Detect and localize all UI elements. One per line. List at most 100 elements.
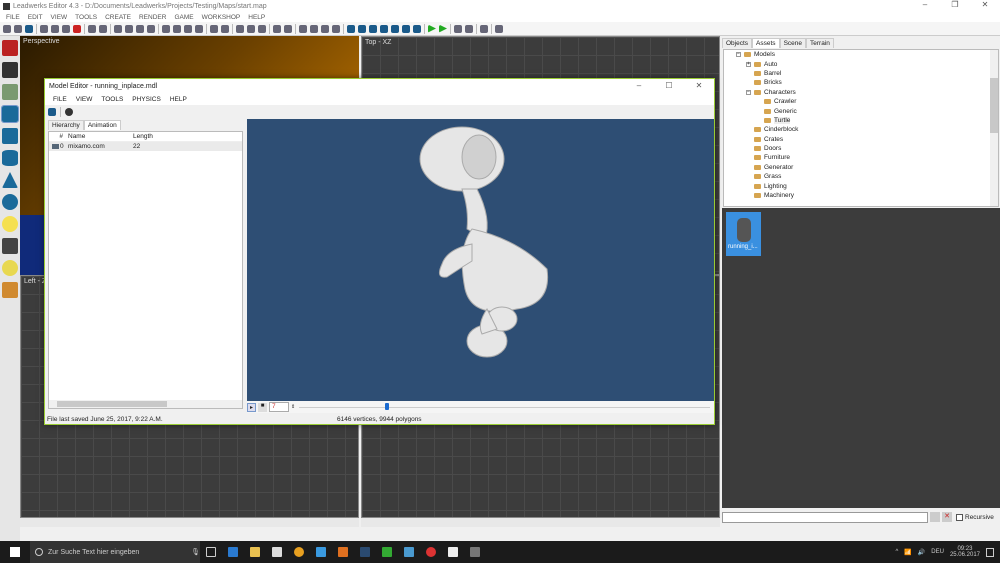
file-explorer-icon[interactable] xyxy=(250,547,260,557)
clear-icon[interactable]: ✕ xyxy=(942,512,952,522)
tree-item[interactable]: Crates xyxy=(724,135,998,144)
timeline-slider-thumb[interactable] xyxy=(385,403,390,410)
menu-create[interactable]: CREATE xyxy=(105,14,131,21)
chrome-icon[interactable] xyxy=(426,547,436,557)
play-button[interactable]: ▸ xyxy=(247,402,256,412)
cube-icon[interactable] xyxy=(1,105,19,123)
render-mode-icon[interactable] xyxy=(402,24,410,33)
menu-physics[interactable]: PHYSICS xyxy=(132,96,161,103)
scale-icon[interactable] xyxy=(136,24,144,33)
light-bulb-icon[interactable] xyxy=(2,216,18,232)
help-icon[interactable] xyxy=(495,24,503,33)
panel-icon[interactable] xyxy=(465,24,473,33)
expander-icon[interactable]: − xyxy=(746,89,751,95)
grid-icon[interactable] xyxy=(332,24,340,33)
tree-item[interactable]: Doors xyxy=(724,144,998,153)
close-button[interactable]: ✕ xyxy=(970,0,1000,9)
menu-help[interactable]: HELP xyxy=(170,96,187,103)
asset-thumbnail[interactable]: running_i... xyxy=(726,212,761,256)
tree-item[interactable]: Generator xyxy=(724,163,998,172)
tab-assets[interactable]: Assets xyxy=(752,38,780,48)
tree-item[interactable]: Furniture xyxy=(724,153,998,162)
snap-icon[interactable] xyxy=(162,24,170,33)
asset-tree[interactable]: − Models + Auto Barrel Bricks − Characters Crawl… xyxy=(723,49,999,207)
paste-icon[interactable] xyxy=(62,24,70,33)
menu-tools[interactable]: TOOLS xyxy=(101,96,123,103)
zoom-in-icon[interactable] xyxy=(273,24,281,33)
spotlight-icon[interactable] xyxy=(2,238,18,254)
save-icon[interactable] xyxy=(25,24,33,33)
render-mode-icon[interactable] xyxy=(369,24,377,33)
paint-icon[interactable] xyxy=(236,24,244,33)
volume-icon[interactable]: 🔊 xyxy=(918,549,925,556)
prefab-crate-icon[interactable] xyxy=(2,282,18,298)
render-mode-icon[interactable] xyxy=(347,24,355,33)
wedge-icon[interactable] xyxy=(2,128,18,144)
minimize-button[interactable]: – xyxy=(910,0,940,9)
render-mode-icon[interactable] xyxy=(358,24,366,33)
column-length[interactable]: Length xyxy=(133,133,163,140)
tree-icon[interactable] xyxy=(321,24,329,33)
tab-animation[interactable]: Animation xyxy=(83,120,121,130)
store-icon[interactable] xyxy=(272,547,282,557)
align-icon[interactable] xyxy=(173,24,181,33)
tree-item[interactable]: − Characters xyxy=(724,88,998,97)
network-icon[interactable]: 📶 xyxy=(904,549,911,556)
tree-item[interactable]: − Models xyxy=(724,50,998,59)
align-icon[interactable] xyxy=(195,24,203,33)
windows-start-icon[interactable] xyxy=(10,547,20,557)
stop-button[interactable]: ■ xyxy=(258,402,267,412)
search-icon[interactable] xyxy=(930,512,940,522)
terrain-icon[interactable] xyxy=(2,84,18,100)
table-row[interactable]: 0 mixamo.com 22 xyxy=(49,142,242,151)
tab-terrain[interactable]: Terrain xyxy=(806,38,834,48)
open-icon[interactable] xyxy=(14,24,22,33)
render-mode-icon[interactable] xyxy=(380,24,388,33)
pick-icon[interactable] xyxy=(247,24,255,33)
task-view-icon[interactable] xyxy=(206,547,216,557)
tree-item[interactable]: Lighting xyxy=(724,181,998,190)
column-index[interactable]: # xyxy=(49,133,65,140)
align-icon[interactable] xyxy=(184,24,192,33)
help-icon[interactable] xyxy=(65,107,73,116)
menu-file[interactable]: FILE xyxy=(53,96,67,103)
tree-item[interactable]: Turtle xyxy=(724,116,998,125)
menu-workshop[interactable]: WORKSHOP xyxy=(202,14,241,21)
menu-edit[interactable]: EDIT xyxy=(28,14,43,21)
redo-icon[interactable] xyxy=(99,24,107,33)
maximize-button[interactable]: ☐ xyxy=(654,81,684,90)
menu-view[interactable]: VIEW xyxy=(51,14,68,21)
move-icon[interactable] xyxy=(114,24,122,33)
link-icon[interactable] xyxy=(210,24,218,33)
tree-item[interactable]: Generic xyxy=(724,106,998,115)
undo-icon[interactable] xyxy=(88,24,96,33)
select-box-icon[interactable] xyxy=(2,40,18,56)
notifications-icon[interactable] xyxy=(986,547,994,557)
delete-icon[interactable] xyxy=(73,24,81,33)
layout-icon[interactable] xyxy=(310,24,318,33)
expander-icon[interactable]: + xyxy=(746,61,751,67)
menu-game[interactable]: GAME xyxy=(174,14,193,21)
timeline-slider[interactable] xyxy=(299,402,710,412)
render-mode-icon[interactable] xyxy=(391,24,399,33)
sphere-icon[interactable] xyxy=(2,194,18,210)
menu-help[interactable]: HELP xyxy=(248,14,265,21)
camera-icon[interactable] xyxy=(454,24,462,33)
frame-icon[interactable] xyxy=(221,24,229,33)
model-3d-viewport[interactable] xyxy=(247,119,714,401)
zoom-out-icon[interactable] xyxy=(284,24,292,33)
menu-view[interactable]: VIEW xyxy=(76,96,93,103)
edge-icon[interactable] xyxy=(228,547,238,557)
menu-tools[interactable]: TOOLS xyxy=(75,14,97,21)
swap-icon[interactable] xyxy=(147,24,155,33)
expander-icon[interactable]: − xyxy=(736,52,741,58)
steam-icon[interactable] xyxy=(360,547,370,557)
frame-input[interactable]: 7 xyxy=(269,402,289,412)
tree-item[interactable]: Barrel xyxy=(724,69,998,78)
maximize-button[interactable]: ❐ xyxy=(940,0,970,9)
box-icon[interactable] xyxy=(2,62,18,78)
horizontal-scrollbar[interactable] xyxy=(49,400,242,408)
horizontal-scrollbar[interactable] xyxy=(20,518,359,527)
frame-spinner[interactable]: ⇕ xyxy=(291,404,297,410)
cut-icon[interactable] xyxy=(40,24,48,33)
